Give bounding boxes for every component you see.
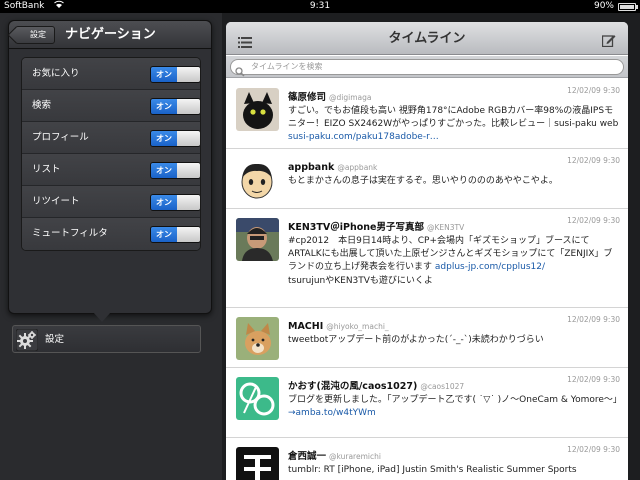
tweet-item[interactable]: KEN3TV＠iPhone男子写真部 @KEN3TV 12/02/09 9:30 … (226, 209, 628, 308)
tweet-author-name: 篠原修司 (288, 92, 327, 103)
toggle-row-mute-filter: ミュートフィルタ オン (22, 218, 200, 250)
avatar[interactable] (236, 317, 279, 360)
toggle-row-favorites: お気に入り オン (22, 58, 200, 90)
switch-knob (177, 227, 200, 242)
switch-on-label: オン (151, 163, 177, 178)
tweet-item[interactable]: MACHI @hiyoko_machi_ 12/02/09 9:30 tweetb… (226, 308, 628, 368)
tweet-author-name: KEN3TV＠iPhone男子写真部 (288, 222, 424, 233)
tweet-date: 12/02/09 9:30 (567, 315, 620, 324)
mute-filter-switch[interactable]: オン (150, 226, 200, 243)
switch-on-label: オン (151, 67, 177, 82)
switch-on-label: オン (151, 99, 177, 114)
tweet-text: すごい。でもお値段も高い 視野角178°にAdobe RGBカバー率98%の液晶… (288, 106, 619, 129)
switch-knob (177, 67, 200, 82)
tweet-item[interactable]: かおす(混沌の風/caos1027) @caos1027 12/02/09 9:3… (226, 368, 628, 438)
settings-label: 設定 (45, 334, 65, 345)
search-icon (235, 62, 245, 77)
navigation-toggle-list: お気に入り オン 検索 オン プロフィール オン リスト オン リツイート オン… (21, 57, 201, 251)
tweet-body: appbank @appbank 12/02/09 9:30 もとまかさんの息子は… (288, 155, 620, 188)
avatar[interactable] (236, 447, 279, 480)
gear-icon (15, 328, 39, 352)
tweet-item[interactable]: appbank @appbank 12/02/09 9:30 もとまかさんの息子は… (226, 149, 628, 209)
switch-knob (177, 131, 200, 146)
avatar[interactable] (236, 218, 279, 261)
battery-percent: 90% (593, 1, 614, 11)
search-input[interactable]: タイムラインを検索 (230, 59, 624, 75)
toggle-label: リツイート (32, 196, 80, 207)
tweet-text-continued: tsurujunやKEN3TVも遊びにいくよ (288, 276, 433, 286)
toggle-row-retweets: リツイート オン (22, 186, 200, 218)
switch-knob (177, 99, 200, 114)
tweet-item[interactable]: 倉西誠一 @kuraremichi 12/02/09 9:30 tumblr: R… (226, 438, 628, 480)
back-button[interactable]: 設定 (15, 26, 55, 44)
clock: 9:31 (309, 1, 331, 11)
battery-icon (618, 3, 638, 11)
tweet-body: KEN3TV＠iPhone男子写真部 @KEN3TV 12/02/09 9:30 … (288, 215, 620, 288)
search-bar: タイムラインを検索 (226, 56, 628, 78)
navigation-popover: 設定 ナビゲーション お気に入り オン 検索 オン プロフィール オン リスト … (8, 20, 212, 314)
lists-switch[interactable]: オン (150, 162, 200, 179)
switch-knob (177, 195, 200, 210)
timeline-panel: タイムライン タイムラインを検索 篠原修司 @digimaga 12/02/09 … (226, 22, 628, 480)
toggle-label: プロフィール (32, 132, 89, 143)
switch-on-label: オン (151, 195, 177, 210)
tweet-date: 12/02/09 9:30 (567, 86, 620, 95)
avatar[interactable] (236, 377, 279, 420)
avatar[interactable] (236, 88, 279, 131)
switch-on-label: オン (151, 131, 177, 146)
tweet-list: 篠原修司 @digimaga 12/02/09 9:30 すごい。でもお値段も高い… (226, 79, 628, 480)
popover-title: ナビゲーション (65, 27, 156, 42)
settings-button[interactable]: 設定 (12, 325, 201, 353)
tweet-body: 倉西誠一 @kuraremichi 12/02/09 9:30 tumblr: R… (288, 444, 620, 477)
tweet-body: 篠原修司 @digimaga 12/02/09 9:30 すごい。でもお値段も高い… (288, 85, 620, 144)
tweet-author-name: 倉西誠一 (288, 451, 327, 462)
toggle-label: お気に入り (32, 68, 80, 79)
tweet-handle: @appbank (337, 163, 378, 172)
compose-icon[interactable] (601, 32, 616, 48)
tweet-handle: @digimaga (329, 93, 372, 102)
timeline-title: タイムライン (388, 31, 466, 46)
tweet-text: もとまかさんの息子は実在するぞ。思いやりのののあややこやよ。 (288, 176, 558, 186)
tweet-handle: @KEN3TV (426, 223, 465, 232)
tweet-date: 12/02/09 9:30 (567, 445, 620, 454)
tweet-link[interactable]: susi-paku.com/paku178adobe-r… (288, 132, 439, 142)
avatar[interactable] (236, 158, 279, 201)
tweet-body: MACHI @hiyoko_machi_ 12/02/09 9:30 tweetb… (288, 314, 620, 347)
toggle-label: ミュートフィルタ (32, 228, 108, 239)
tweet-date: 12/02/09 9:30 (567, 375, 620, 384)
toggle-row-lists: リスト オン (22, 154, 200, 186)
search-switch[interactable]: オン (150, 98, 200, 115)
tweet-handle: @kuraremichi (329, 452, 381, 461)
tweet-text: tumblr: RT [iPhone, iPad] Justin Smith's… (288, 465, 577, 475)
tweet-body: かおす(混沌の風/caos1027) @caos1027 12/02/09 9:3… (288, 374, 622, 420)
switch-on-label: オン (151, 227, 177, 242)
tweet-date: 12/02/09 9:30 (567, 156, 620, 165)
tweet-item[interactable]: 篠原修司 @digimaga 12/02/09 9:30 すごい。でもお値段も高い… (226, 79, 628, 149)
tweet-author-name: かおす(混沌の風/caos1027) (288, 381, 418, 392)
tweet-text: tweetbotアップデート前のがよかった(´-_-`)未読わかりづらい (288, 335, 544, 345)
retweets-switch[interactable]: オン (150, 194, 200, 211)
status-bar: SoftBank 9:31 90% (0, 0, 640, 13)
toggle-label: リスト (32, 164, 61, 175)
tweet-date: 12/02/09 9:30 (567, 216, 620, 225)
switch-knob (177, 163, 200, 178)
toggle-row-search: 検索 オン (22, 90, 200, 122)
tweet-link[interactable]: adplus-jp.com/cpplus12/ (435, 262, 545, 272)
tweet-author-name: appbank (288, 162, 335, 173)
popover-pointer (93, 312, 111, 322)
toggle-row-profile: プロフィール オン (22, 122, 200, 154)
tweet-author-name: MACHI (288, 321, 324, 332)
toggle-label: 検索 (32, 100, 52, 111)
timeline-header: タイムライン (226, 22, 628, 55)
tweet-text: ブログを更新しました。「アップデート乙です( ˙▽˙ )ノ〜OneCam & Y… (288, 395, 622, 405)
tweet-handle: @hiyoko_machi_ (326, 322, 389, 331)
tweet-link[interactable]: →amba.to/w4tYWm (288, 408, 376, 418)
tweet-handle: @caos1027 (420, 382, 465, 391)
favorites-switch[interactable]: オン (150, 66, 200, 83)
profile-switch[interactable]: オン (150, 130, 200, 147)
popover-header: 設定 ナビゲーション (9, 21, 211, 49)
